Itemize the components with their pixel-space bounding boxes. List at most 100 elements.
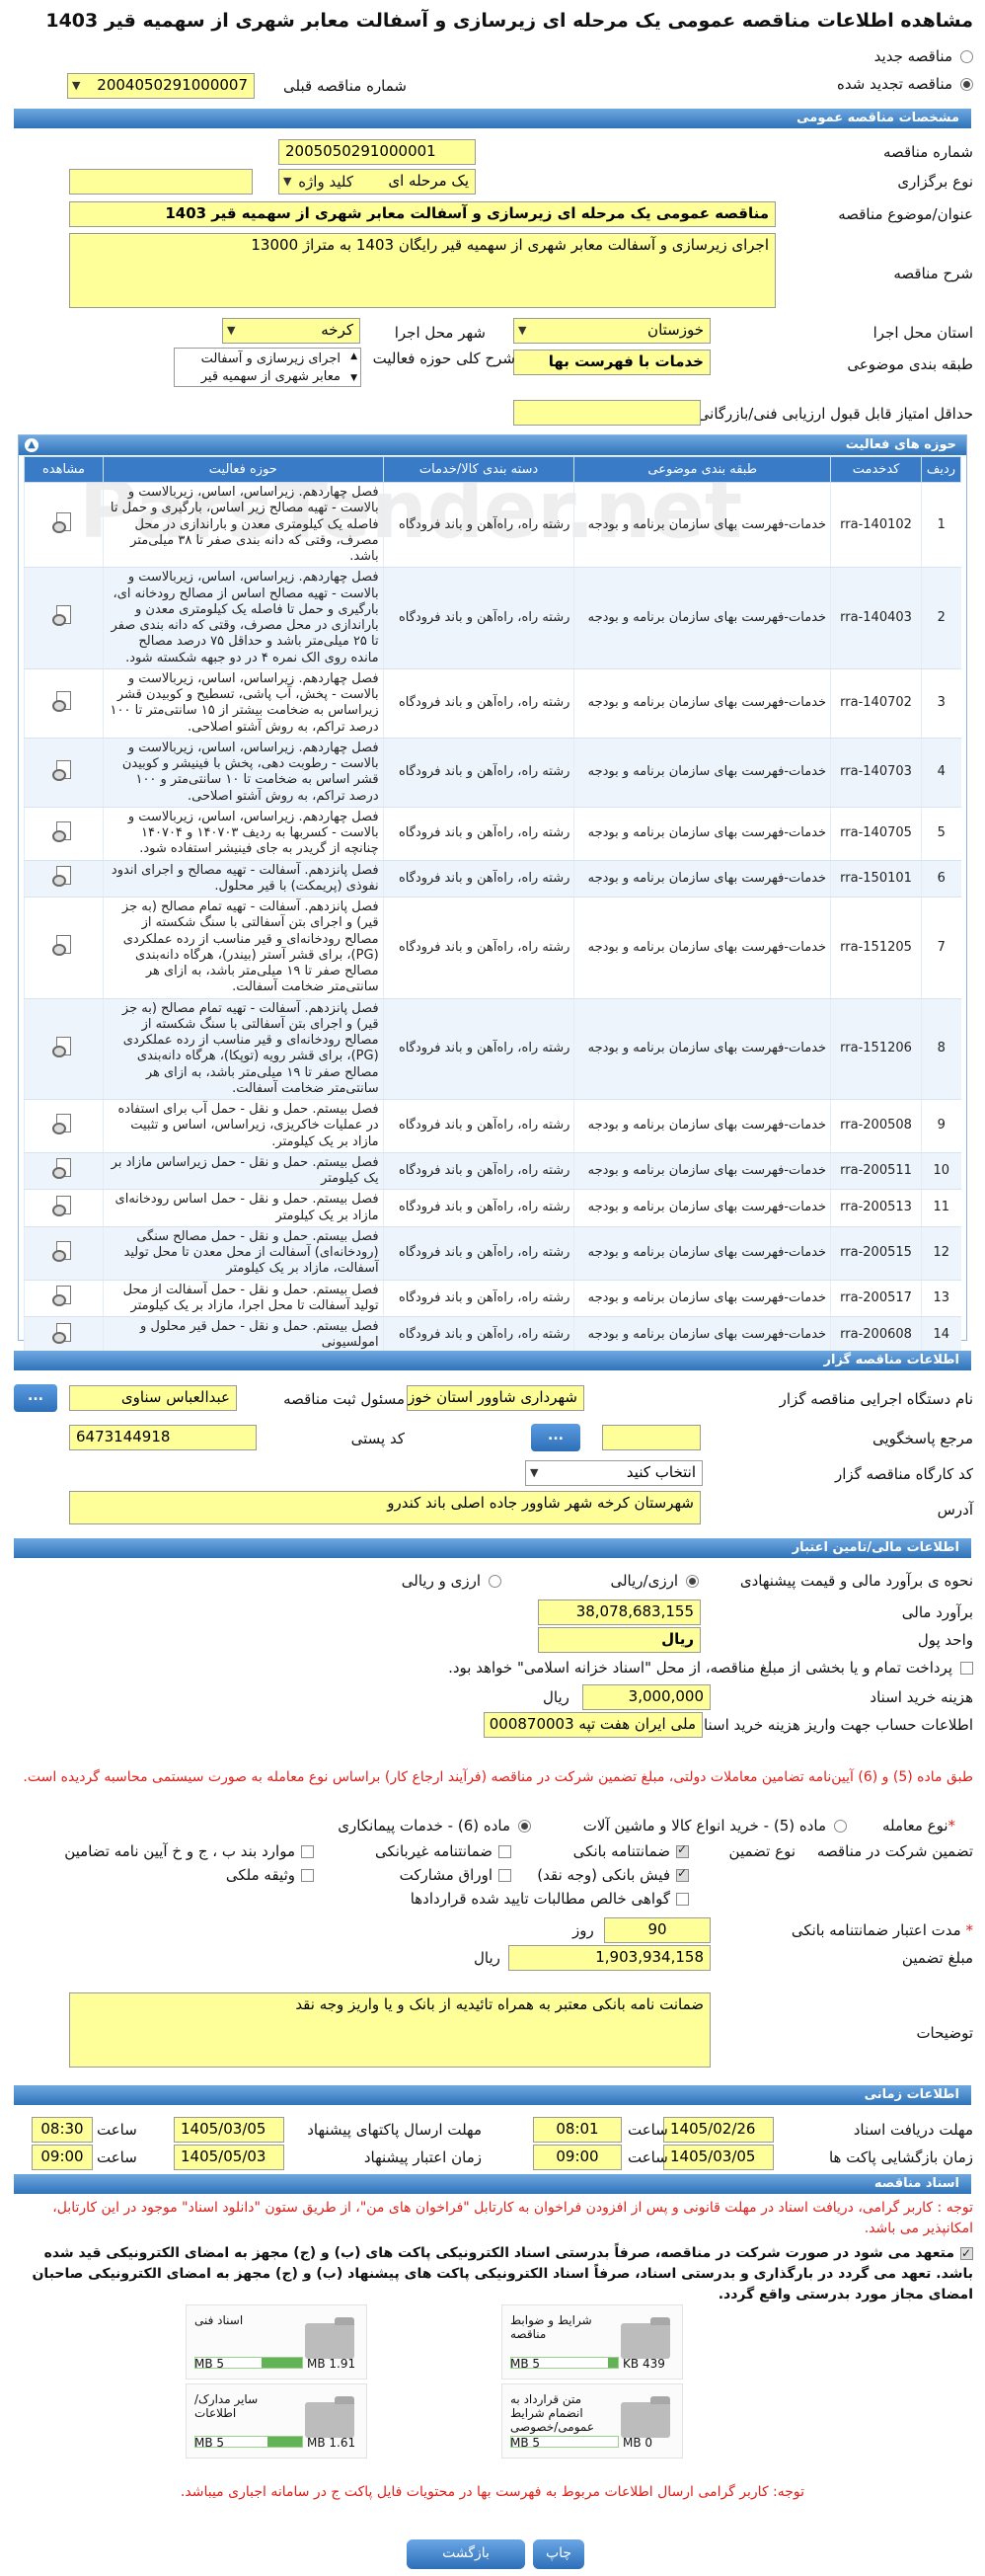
scope-list[interactable]: اجرای زیرسازی و آسفالت معابر شهری از سهم… [174,348,361,387]
file-card-4[interactable]: سایر مدارک/اطلاعات 1.61 MB 5 MB [186,2383,367,2459]
g-clauses[interactable]: موارد بند ب ، ج و خ آیین نامه تضامین [64,1842,314,1860]
valid-date[interactable]: 1405/05/03 [174,2145,284,2170]
scroll-up-icon[interactable]: ▲ [350,351,357,362]
view-cell[interactable] [24,807,104,861]
g-property-checkbox[interactable] [301,1868,314,1882]
view-cell[interactable] [24,860,104,898]
view-document-icon[interactable] [52,690,74,712]
radio-renewed-indicator[interactable] [960,77,973,91]
receive-time[interactable]: 08:01 [533,2117,622,2143]
g-claims-checkbox[interactable] [676,1892,689,1906]
g-claims[interactable]: گواهی خالص مطالبات تایید شده قراردادها [411,1890,689,1908]
keyword-field[interactable] [69,169,253,195]
view-cell[interactable] [24,482,104,569]
postal-field[interactable]: 6473144918 [69,1425,257,1450]
view-cell[interactable] [24,567,104,669]
send-time[interactable]: 08:30 [32,2117,93,2143]
send-date[interactable]: 1405/03/05 [174,2117,284,2143]
back-button[interactable]: بازگشت [407,2539,525,2569]
collapse-icon[interactable]: ▲ [25,438,38,452]
view-cell[interactable] [24,998,104,1100]
view-cell[interactable] [24,1226,104,1281]
g-nonbank[interactable]: ضمانتنامه غیربانکی [375,1842,511,1860]
view-document-icon[interactable] [52,820,74,842]
g-bank[interactable]: ضمانتنامه بانکی [573,1842,689,1860]
view-document-icon[interactable] [52,1036,74,1057]
prev-number-select[interactable]: 2004050291000007 ▼ [67,73,255,99]
g-nonbank-checkbox[interactable] [498,1844,511,1858]
view-document-icon[interactable] [52,604,74,627]
open-date[interactable]: 1405/03/05 [663,2145,774,2170]
radio-new-indicator[interactable] [960,49,973,63]
view-document-icon[interactable] [52,1113,74,1134]
treasury-checkbox[interactable] [960,1661,973,1675]
view-cell[interactable] [24,668,104,739]
view-cell[interactable] [24,897,104,999]
g-clauses-checkbox[interactable] [301,1844,314,1858]
radio-rial-fx[interactable]: ارزی/ریالی [610,1572,699,1590]
view-cell[interactable] [24,738,104,808]
radio-renewed-tender[interactable]: مناقصه تجدید شده [837,75,973,93]
file-card-1[interactable]: شرایط و ضوابط مناقصه 439 KB 5 MB [501,2304,683,2380]
view-document-icon[interactable] [52,865,74,888]
view-document-icon[interactable] [52,511,74,533]
g-cash[interactable]: فیش بانکی (وجه نقد) [537,1866,689,1884]
view-cell[interactable] [24,1280,104,1317]
open-time[interactable]: 09:00 [533,2145,622,2170]
g-bonds-checkbox[interactable] [498,1868,511,1882]
radio-fx-and-rial-indicator[interactable] [489,1574,501,1588]
estimate-field[interactable]: 38,078,683,155 [538,1600,701,1625]
view-document-icon[interactable] [52,759,74,781]
min-score-field[interactable] [513,400,701,426]
notes-field[interactable]: ضمانت نامه بانکی معتبر به همراه تائیدیه … [69,1992,711,2068]
g-bank-checkbox[interactable] [676,1842,689,1858]
subject-field[interactable]: مناقصه عمومی یک مرحله ای زیرسازی و آسفال… [69,201,776,227]
radio-article-5[interactable]: ماده (5) - خرید انواع کالا و ماشین آلات [583,1817,847,1834]
g-bonds[interactable]: اوراق مشارکت [400,1866,511,1884]
view-document-icon[interactable] [52,1195,74,1216]
view-document-icon[interactable] [52,934,74,957]
radio-rial-fx-indicator[interactable] [686,1574,699,1588]
ref-field[interactable] [602,1425,701,1450]
radio-fx-and-rial[interactable]: ارزی و ریالی [402,1572,501,1590]
amount-field[interactable]: 1,903,934,158 [508,1945,711,1971]
doc-cost-unit: ریال [543,1688,569,1706]
currency-field[interactable]: ریال [538,1627,701,1653]
address-field[interactable]: شهرستان کرخه شهر شاوور جاده اصلی باند کن… [69,1491,701,1524]
file-card-2[interactable]: اسناد فنی 1.91 MB 5 MB [186,2304,367,2380]
scroll-down-icon[interactable]: ▼ [350,372,357,384]
account-field[interactable]: ملی ایران هفت تپه 000870003 [484,1712,703,1738]
org-field[interactable]: شهرداری شاوور استان خوز [407,1385,584,1411]
radio-article-5-indicator[interactable] [834,1819,847,1833]
g-cash-checkbox[interactable] [676,1866,689,1882]
print-button[interactable]: چاپ [533,2539,584,2569]
category-field[interactable]: خدمات با فهرست بها [513,350,711,375]
doc-cost-field[interactable]: 3,000,000 [582,1684,711,1710]
view-cell[interactable] [24,1152,104,1191]
ref-lookup-button[interactable]: ... [531,1424,580,1451]
g-property[interactable]: وثیقه ملکی [226,1866,314,1884]
receive-date[interactable]: 1405/02/26 [663,2117,774,2143]
city-select[interactable]: کرخه ▼ [222,318,360,344]
validity-field[interactable]: 90 [604,1917,711,1943]
view-document-icon[interactable] [52,1322,74,1344]
view-document-icon[interactable] [52,1240,74,1262]
treasury-option[interactable]: پرداخت تمام و یا بخشی از مبلغ مناقصه، از… [448,1659,973,1677]
resp-lookup-button[interactable]: ... [14,1384,57,1412]
view-cell[interactable] [24,1189,104,1227]
number-field[interactable]: 2005050291000001 [278,139,476,165]
file-card-3[interactable]: متن قرارداد به انضمام شرایط عمومی/خصوصی … [501,2383,683,2459]
desc-field[interactable]: اجرای زیرسازی و آسفالت معابر شهری از سهم… [69,233,776,308]
workshop-select[interactable]: انتخاب کنید ▼ [525,1460,703,1486]
view-document-icon[interactable] [52,1285,74,1307]
view-cell[interactable] [24,1099,104,1153]
view-cell[interactable] [24,1316,104,1355]
radio-article-6[interactable]: ماده (6) - خدمات پیمانکاری [338,1817,531,1834]
valid-time[interactable]: 09:00 [32,2145,93,2170]
resp-field[interactable]: عبدالعباس سناوی [69,1385,237,1411]
radio-new-tender[interactable]: مناقصه جدید [874,47,973,65]
commitment-checkbox[interactable] [960,2244,973,2262]
radio-article-6-indicator[interactable] [518,1819,531,1833]
province-select[interactable]: خوزستان ▼ [513,318,711,344]
view-document-icon[interactable] [52,1157,74,1180]
